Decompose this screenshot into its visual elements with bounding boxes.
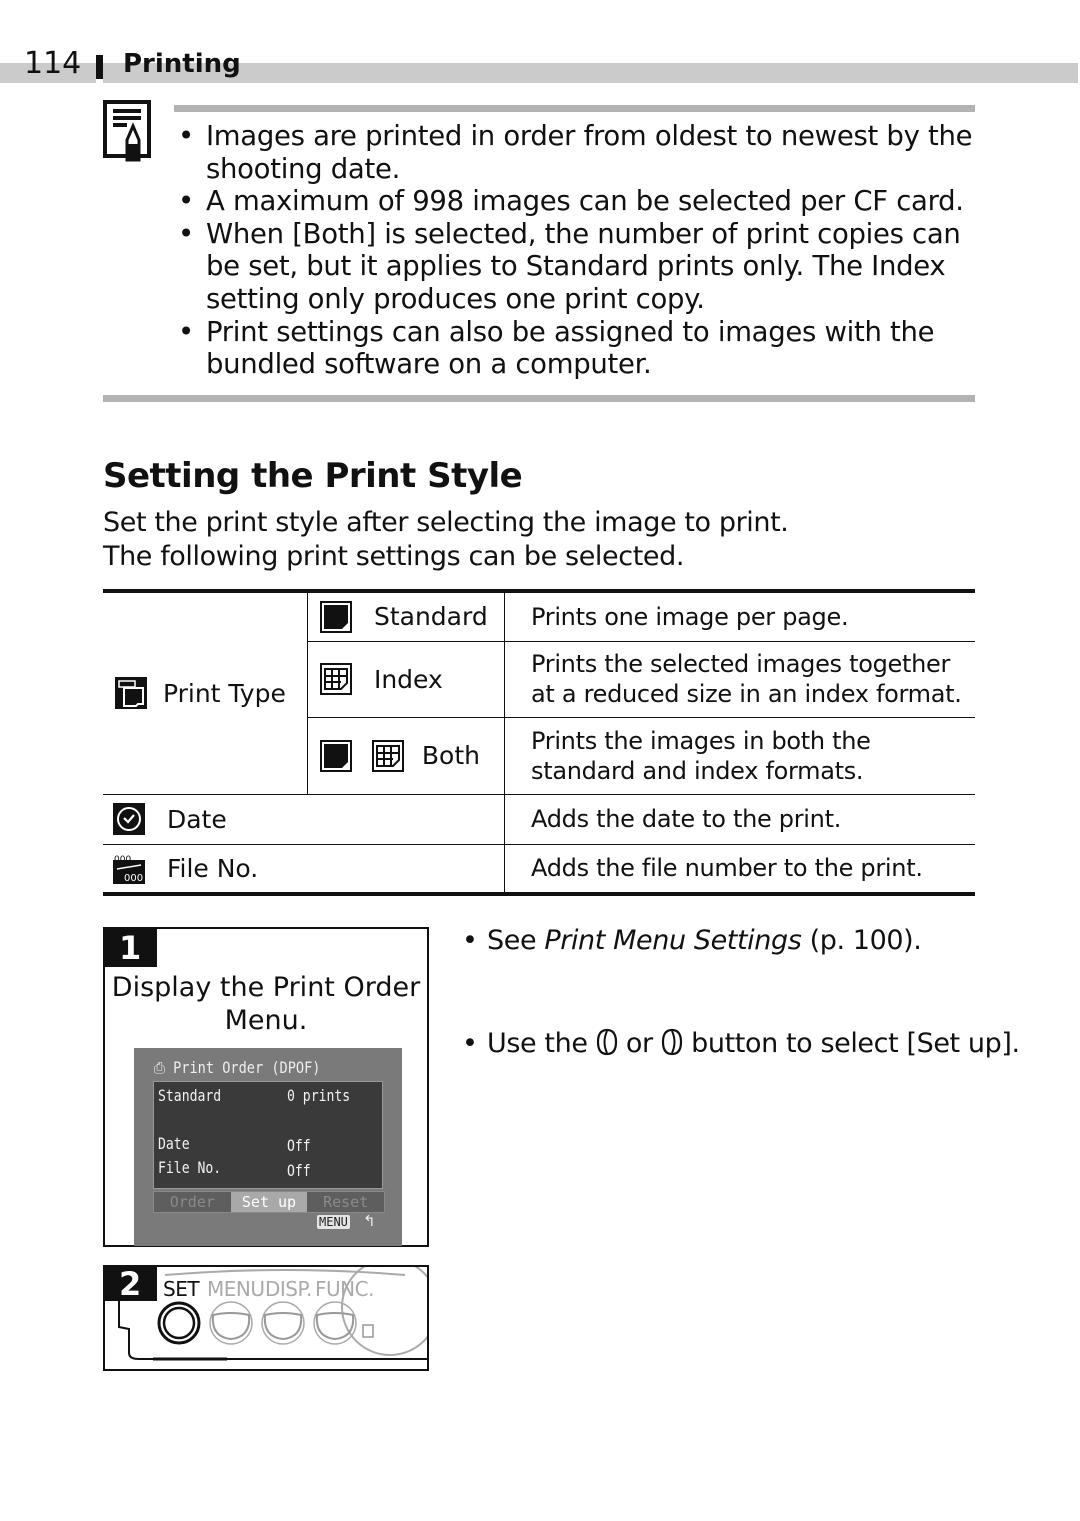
print-type-cell: Print Type [103,590,308,795]
description-cell: Prints the images in both the standard a… [504,716,975,795]
return-icon: ↰ [363,1212,376,1230]
note-rule-bottom [103,395,975,402]
header-marker [96,55,103,79]
page-number: 114 [24,46,82,81]
note-list: Images are printed in order from oldest … [176,120,976,381]
section-intro: Set the print style after selecting the … [103,507,789,572]
right-arrow-button-icon [661,1028,683,1056]
left-arrow-button-icon [596,1028,617,1056]
file-number-icon: 000 000 [113,852,145,885]
description-cell: Adds the date to the print. [504,793,975,845]
memo-pencil-icon [103,100,151,162]
section-title: Setting the Print Style [103,456,523,496]
file-no-cell: 000 000 File No. [103,843,505,895]
note-item: Images are printed in order from oldest … [176,120,976,185]
disp-button-label: DISP. [265,1277,312,1301]
func-button-label: FUNC. [315,1277,374,1301]
step-1-instruction: Display the Print Order Menu. [111,972,421,1036]
standard-print-icon [320,600,352,633]
camera-lcd-screen: ⎙ Print Order (DPOF) Standard 0 prints D… [134,1048,402,1246]
option-cell: Index [307,640,505,718]
table-row: Print Type Standard Prints one image per… [103,590,975,795]
svg-text:000: 000 [124,873,143,884]
step-2-box: 2 SET MENU DISP. FUNC. [103,1265,429,1371]
table-row: 000 000 File No. Adds the file number to … [103,843,975,895]
step-2-bullet: • Use the or button to select [Set up]. [462,1028,1020,1059]
description-cell: Prints one image per page. [504,590,975,642]
print-settings-table: Print Type Standard Prints one image per… [103,589,975,896]
print-type-icon [115,677,147,710]
step-number: 2 [105,1267,157,1301]
step-number: 1 [105,929,157,967]
lcd-tab-bar: Order Set up Reset [153,1191,385,1213]
note-item: When [Both] is selected, the number of p… [176,218,976,316]
table-row: Date Adds the date to the print. [103,793,975,845]
note-item: A maximum of 998 images can be selected … [176,185,976,218]
description-cell: Adds the file number to the print. [504,843,975,895]
option-cell: Both [307,716,505,795]
lcd-tab-order[interactable]: Order [154,1192,231,1212]
date-icon [113,803,145,835]
step-1-box: 1 Display the Print Order Menu. ⎙ Print … [103,927,429,1247]
option-cell: Standard [307,590,505,642]
lcd-settings-panel: Standard 0 prints Date Off File No. Off [153,1081,383,1189]
section-header: Printing [123,49,241,79]
lcd-tab-reset[interactable]: Reset [307,1192,385,1212]
lcd-title: ⎙ Print Order (DPOF) [154,1058,321,1077]
standard-print-icon [320,739,352,772]
svg-text:000: 000 [114,855,131,865]
print-type-label: Print Type [162,678,286,708]
note-item: Print settings can also be assigned to i… [176,316,976,381]
index-print-icon [371,739,404,772]
index-print-icon [320,663,352,695]
menu-button-label: MENU [207,1277,265,1301]
set-button-label: SET [163,1277,200,1301]
printer-icon: ⎙ [154,1058,165,1077]
date-cell: Date [103,793,505,845]
description-cell: Prints the selected images together at a… [504,640,975,718]
lcd-tab-set-up[interactable]: Set up [230,1192,308,1212]
cross-reference-link: Print Menu Settings [544,925,802,956]
note-rule-top [174,105,975,112]
step-1-bullet: • See Print Menu Settings (p. 100). [462,925,922,956]
lcd-menu-button: MENU [317,1215,350,1229]
